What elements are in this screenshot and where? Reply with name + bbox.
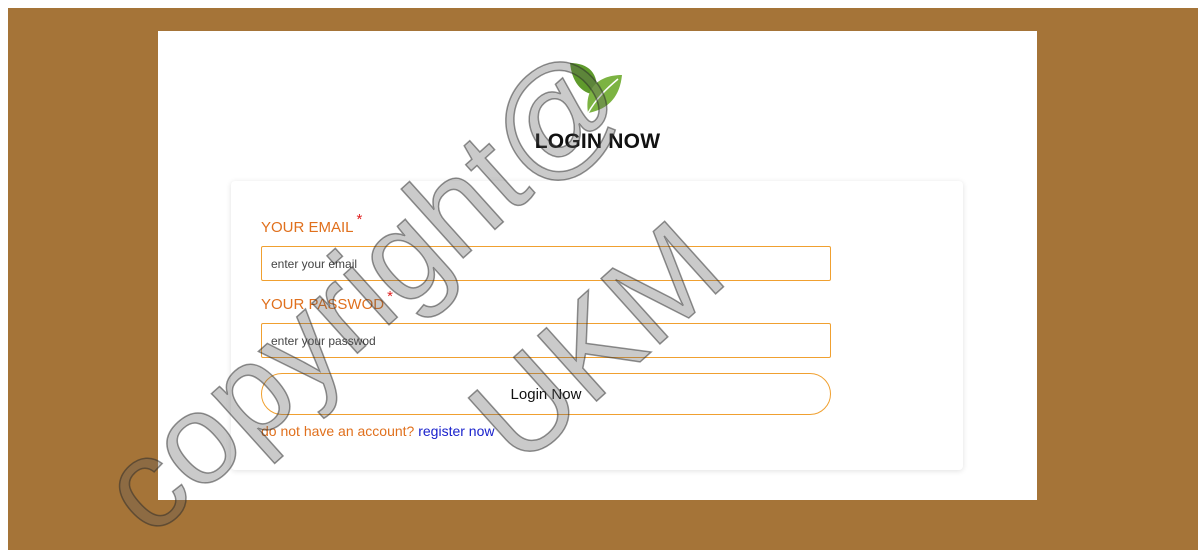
password-field[interactable] <box>261 323 831 358</box>
password-required-mark: * <box>387 288 393 305</box>
password-label: YOUR PASSWOD <box>261 296 385 313</box>
page-title: LOGIN NOW <box>534 130 661 153</box>
email-label-row: YOUR EMAIL * <box>261 211 362 236</box>
register-row: do not have an account? register now <box>261 423 495 439</box>
register-link[interactable]: register now <box>418 423 494 439</box>
register-prompt: do not have an account? <box>261 423 415 439</box>
password-label-row: YOUR PASSWOD * <box>261 288 393 313</box>
email-required-mark: * <box>356 211 363 228</box>
login-panel: LOGIN NOW YOUR EMAIL* YOUR PASSWOD* Logi… <box>158 31 1037 500</box>
leaf-icon <box>570 63 622 114</box>
email-field[interactable] <box>261 246 831 281</box>
login-button[interactable]: Login Now <box>261 373 831 415</box>
email-label: YOUR EMAIL <box>261 219 354 236</box>
login-form: YOUR EMAIL* YOUR PASSWOD* Login Now do n… <box>231 181 963 470</box>
